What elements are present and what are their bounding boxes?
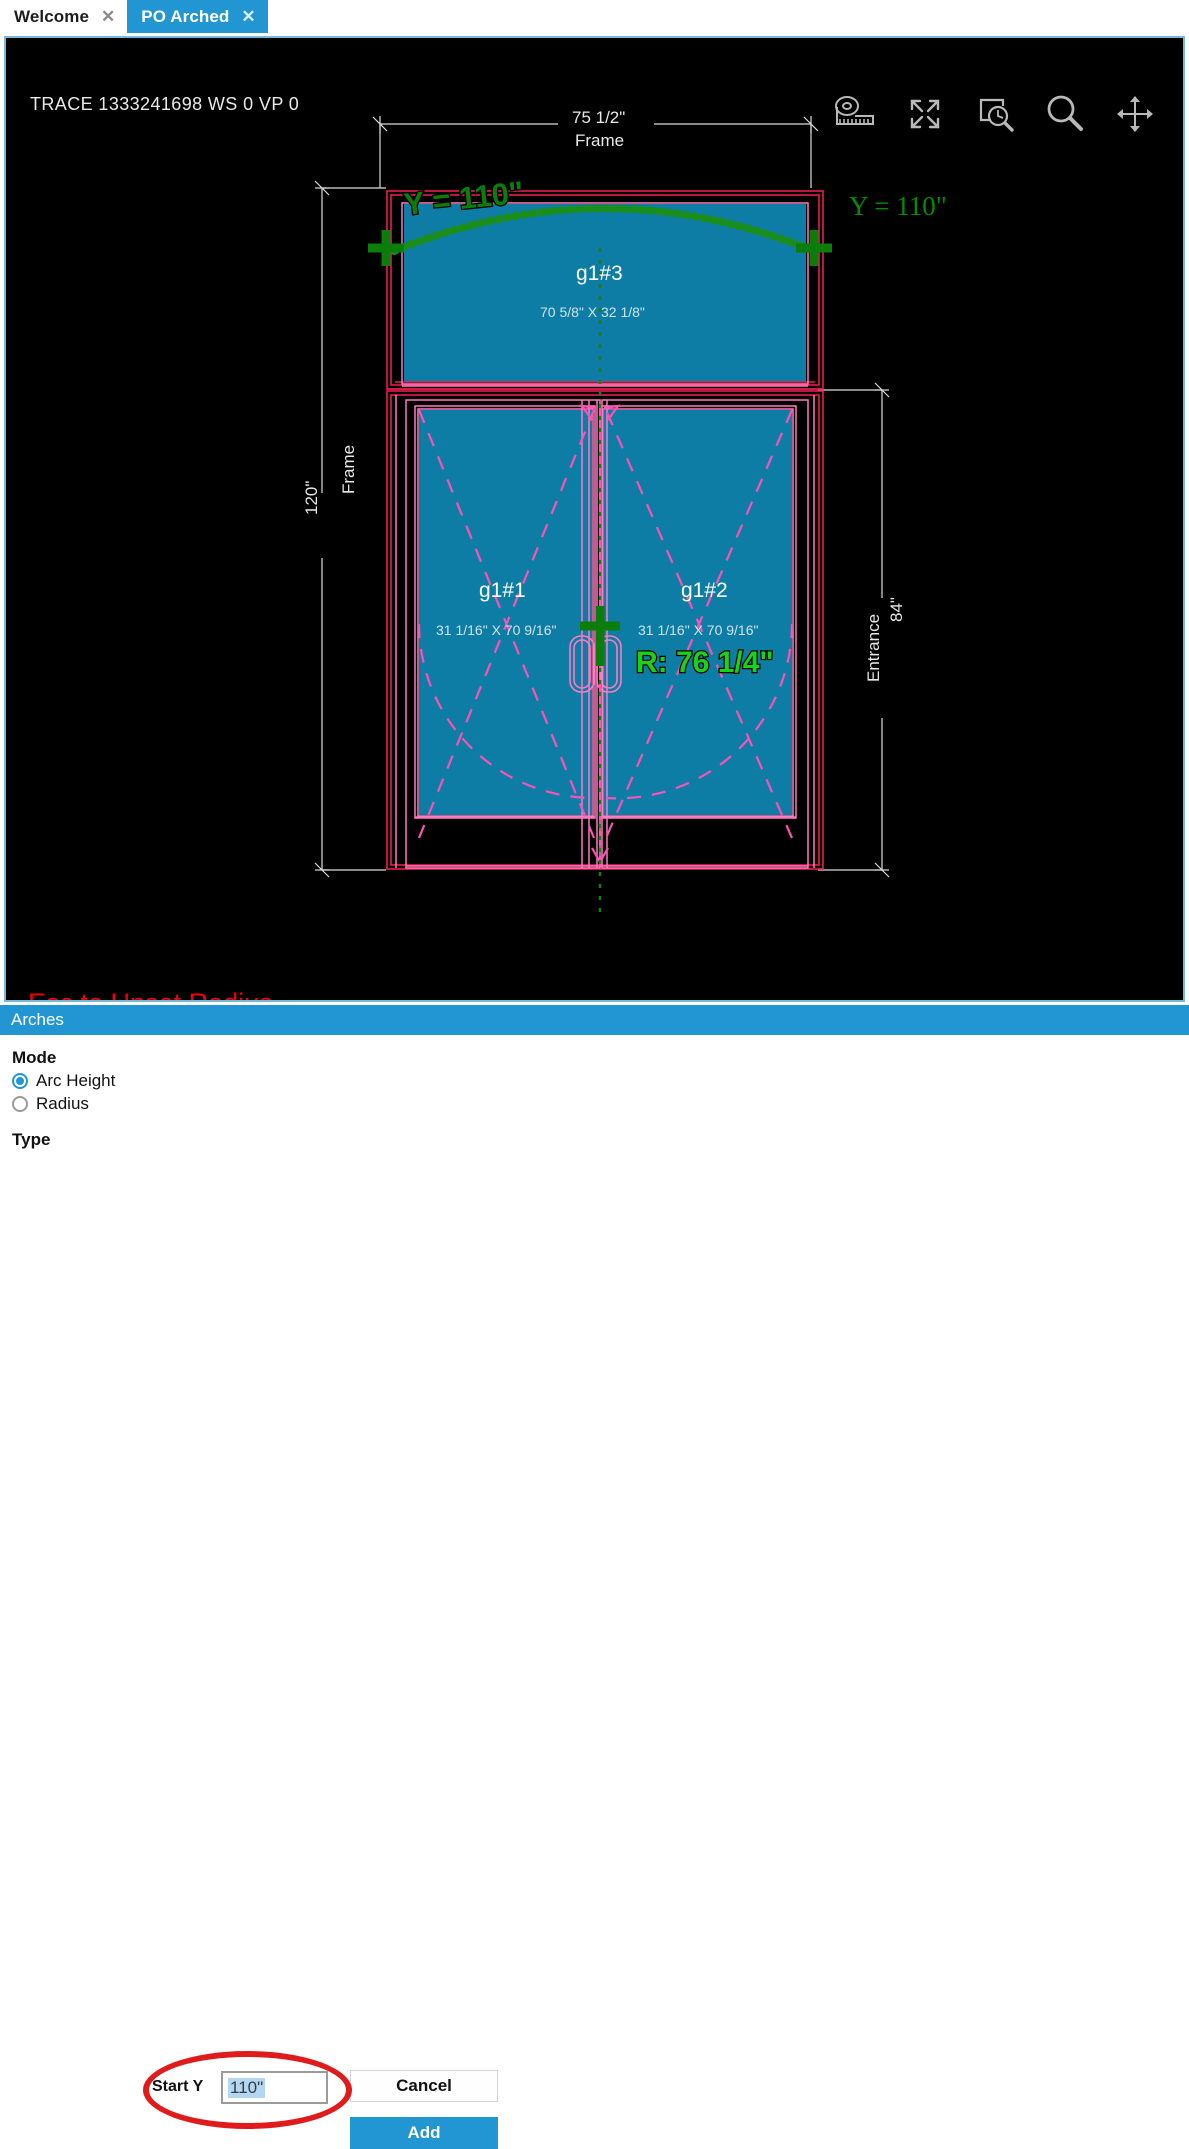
cad-toolbar — [829, 90, 1161, 138]
glass-fills — [404, 204, 806, 815]
glass-size-g1-1: 31 1/16" X 70 9/16" — [436, 622, 557, 638]
mode-group-title: Mode — [12, 1048, 57, 1067]
type-group-title: Type — [12, 1130, 51, 1149]
fit-to-screen-icon[interactable] — [899, 90, 951, 138]
tab-bar: Welcome ✕ PO Arched ✕ — [0, 0, 1189, 33]
radio-radius-label: Radius — [36, 1094, 89, 1113]
arc-height-annotation-right: Y = 110" — [849, 191, 947, 221]
close-icon[interactable]: ✕ — [99, 8, 117, 25]
mode-group: Mode Arc Height Radius — [12, 1048, 162, 1114]
dimension-top-value: 75 1/2" — [572, 108, 626, 127]
tab-po-arched-label: PO Arched — [141, 6, 230, 26]
tab-welcome-label: Welcome — [14, 6, 90, 26]
cad-viewport[interactable]: TRACE 1333241698 WS 0 VP 0 Esc to Unset … — [4, 36, 1185, 1002]
dimension-right-label: Entrance — [864, 613, 883, 682]
start-y-value: 110" — [228, 2077, 266, 2098]
glass-label-g1-3: g1#3 — [576, 262, 623, 285]
radio-arc-height[interactable]: Arc Height — [12, 1071, 162, 1091]
radio-radius[interactable]: Radius — [12, 1094, 162, 1114]
dimension-left-label: Frame — [339, 444, 358, 494]
magnifier-icon[interactable] — [1039, 90, 1091, 138]
cad-drawing — [314, 116, 890, 918]
dimension-top-label: Frame — [575, 131, 625, 150]
close-icon[interactable]: ✕ — [239, 8, 257, 25]
glass-size-g1-3: 70 5/8" X 32 1/8" — [540, 304, 645, 320]
radio-radius-dot[interactable] — [12, 1096, 28, 1112]
radio-arc-height-label: Arc Height — [36, 1071, 116, 1090]
panel-title: Arches — [0, 1005, 1189, 1035]
arches-panel: Arches Mode Arc Height Radius Type Start… — [0, 1005, 1189, 2149]
tab-po-arched[interactable]: PO Arched ✕ — [127, 0, 268, 33]
trace-label: TRACE 1333241698 WS 0 VP 0 — [30, 94, 300, 114]
radius-annotation: R: 76 1/4" — [635, 645, 775, 681]
start-y-label: Start Y — [152, 2078, 204, 2095]
glass-label-g1-1: g1#1 — [479, 579, 526, 602]
cancel-button[interactable]: Cancel — [350, 2070, 498, 2102]
tab-welcome[interactable]: Welcome ✕ — [0, 0, 127, 33]
pan-move-icon[interactable] — [1109, 90, 1161, 138]
viewport-wrapper: TRACE 1333241698 WS 0 VP 0 Esc to Unset … — [0, 33, 1189, 1005]
status-hint: Esc to Unset Radius — [28, 988, 273, 1000]
panel-title-label: Arches — [11, 1010, 64, 1029]
radio-arc-height-dot[interactable] — [12, 1073, 28, 1089]
glass-label-g1-2: g1#2 — [681, 579, 728, 602]
dimension-left-value: 120" — [302, 480, 321, 515]
glass-size-g1-2: 31 1/16" X 70 9/16" — [638, 622, 759, 638]
tape-measure-icon[interactable] — [829, 90, 881, 138]
dimension-right-value: 84" — [887, 597, 906, 622]
add-button[interactable]: Add — [350, 2117, 498, 2149]
zoom-window-icon[interactable] — [969, 90, 1021, 138]
panel-body: Mode Arc Height Radius Type — [0, 1035, 1189, 1150]
start-y-input[interactable]: 110" — [221, 2071, 328, 2104]
